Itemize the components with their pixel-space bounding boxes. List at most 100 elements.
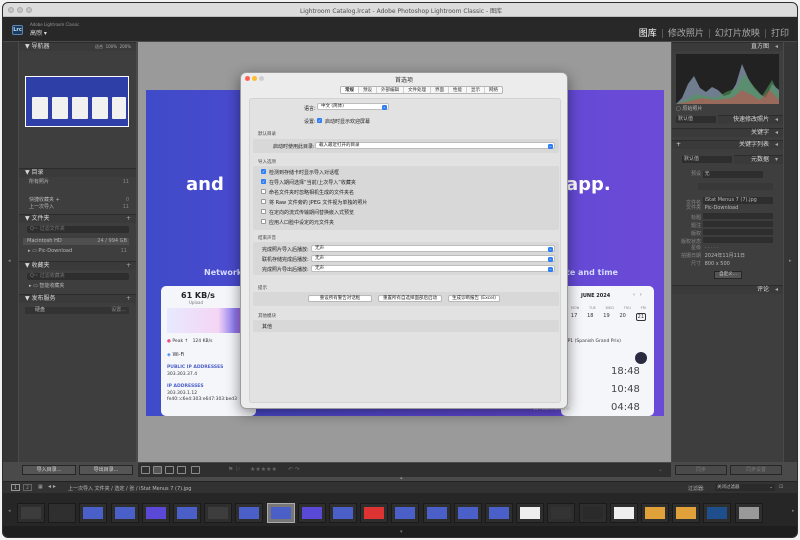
filmstrip-thumbnail[interactable] <box>485 503 513 523</box>
folder-filter-input[interactable]: Q~ 过滤文件夹 <box>27 226 129 233</box>
filmstrip-thumbnail[interactable] <box>641 503 669 523</box>
smart-collection-item[interactable]: ▸ ▭ 智能收藏夹 <box>29 283 129 290</box>
filter-lock-icon[interactable]: ⊡ <box>779 484 783 490</box>
folders-header[interactable]: ▼ 文件夹 + <box>19 214 136 223</box>
filmstrip-thumbnail[interactable] <box>329 503 357 523</box>
filmstrip-thumbnail[interactable] <box>672 503 701 523</box>
folder-pic-download[interactable]: ▸ ▭ Pic-Download 11 <box>25 248 129 255</box>
export-catalog-button[interactable]: 导出目录... <box>79 465 133 475</box>
filmstrip-thumbnail[interactable] <box>360 503 389 523</box>
filmstrip-thumbnail[interactable] <box>734 503 763 523</box>
navigator-preview[interactable] <box>25 76 129 127</box>
right-panel-toggle-icon[interactable]: ▸ <box>789 258 792 264</box>
filmstrip-scroll-right-icon[interactable]: ▸ <box>792 508 795 514</box>
reset-faces-button[interactable]: 重置所有自选择面部后启动 <box>378 295 442 302</box>
import-option-checkbox-3[interactable] <box>261 189 266 194</box>
quick-develop-header[interactable]: 快速修改照片 ◂ <box>718 115 783 124</box>
module-print[interactable]: 打印 <box>771 29 789 39</box>
filmstrip-path[interactable]: 上一次导入 文件夹 / 选定 / 张 / iStat Menus 7 (7).j… <box>68 485 191 492</box>
sound-select-tether[interactable]: 无声 ⌄ <box>311 255 555 262</box>
filmstrip-thumbnail[interactable] <box>141 503 170 523</box>
keyword-list-header[interactable]: + 关键字列表 ◂ <box>672 140 783 149</box>
back-forward-icon[interactable]: ◂ ▸ <box>48 483 56 490</box>
user-name[interactable]: 高煦 ▾ <box>30 28 47 37</box>
customize-metadata-button[interactable]: 自定义... <box>714 271 742 279</box>
histogram-header[interactable]: 直方图 ◂ <box>672 42 783 51</box>
sound-select-export[interactable]: 无声 ⌄ <box>311 265 555 272</box>
survey-view-icon[interactable] <box>177 466 186 474</box>
import-option-checkbox-6[interactable] <box>261 219 266 224</box>
tab-interface[interactable]: 界面 <box>431 87 449 93</box>
sync-settings-button[interactable]: 同步设置 <box>730 465 782 475</box>
filmstrip-thumbnail[interactable] <box>703 503 732 523</box>
sync-metadata-button[interactable]: 同步 <box>675 465 727 475</box>
catalog-item[interactable]: 所有照片 11 <box>29 179 129 186</box>
publish-hard-drive[interactable]: 硬盘 设置... <box>25 307 129 314</box>
reset-warnings-button[interactable]: 重设所有警告对话框 <box>308 295 372 302</box>
tab-network[interactable]: 网络 <box>485 87 502 93</box>
module-library[interactable]: 图库 <box>639 29 657 39</box>
catalog-item[interactable]: 上一次导入 11 <box>29 204 129 211</box>
default-catalog-select[interactable]: 载入最近打开的目录 ⌄ <box>315 142 555 149</box>
left-panel-toggle-icon[interactable]: ◂ <box>8 258 11 264</box>
catalog-header[interactable]: ▼ 目录 <box>19 168 136 177</box>
tab-general[interactable]: 常规 <box>341 87 359 93</box>
rating-stars-icon[interactable]: ★★★★★ <box>250 466 277 473</box>
filmstrip-thumbnail[interactable] <box>391 503 420 523</box>
filmstrip-thumbnail[interactable] <box>266 503 295 523</box>
metadata-preset-field[interactable]: 无 <box>702 171 763 178</box>
rating-field[interactable]: · · · · · <box>703 245 773 252</box>
import-option-checkbox-2[interactable] <box>261 179 266 184</box>
filmstrip-thumbnail[interactable] <box>578 503 607 523</box>
filmstrip-thumbnail[interactable] <box>110 503 139 523</box>
people-view-icon[interactable] <box>191 466 200 474</box>
compare-view-icon[interactable] <box>165 466 174 474</box>
rotate-icon[interactable]: ↶ ↷ <box>288 466 300 473</box>
flag-icon[interactable]: ⚑ ⚐ <box>228 466 241 473</box>
language-select[interactable]: 中文 (简体) ⌄ <box>317 103 389 110</box>
grid-toggle-icon[interactable]: ▦ <box>38 484 43 490</box>
filmstrip-thumbnail[interactable] <box>422 503 451 523</box>
import-option-checkbox-4[interactable] <box>261 199 266 204</box>
filmstrip-thumbnail[interactable] <box>204 503 233 523</box>
publish-services-header[interactable]: ▼ 发布服务 + <box>19 294 136 303</box>
module-develop[interactable]: 修改照片 <box>668 29 704 39</box>
import-option-checkbox-1[interactable] <box>261 169 266 174</box>
catalog-item[interactable]: 快捷收藏夹 +0 <box>29 197 129 204</box>
filmstrip-thumbnail[interactable] <box>297 503 326 523</box>
filmstrip-thumbnail[interactable] <box>235 503 264 523</box>
copyright-status-field[interactable] <box>702 237 773 243</box>
toolbar-menu-chevron-icon[interactable]: ⌄ <box>658 466 663 473</box>
navigator-zoom[interactable]: 适合 100% 200% <box>95 43 131 51</box>
filmstrip-thumbnail[interactable] <box>48 503 77 523</box>
tab-file-handling[interactable]: 文件处理 <box>404 87 431 93</box>
filmstrip-thumbnail[interactable] <box>17 503 45 523</box>
filmstrip-thumbnail[interactable] <box>547 503 576 523</box>
filmstrip-thumbnail[interactable] <box>173 503 201 523</box>
collections-header[interactable]: ▼ 收藏夹 + <box>19 261 136 270</box>
volume-macintosh-hd[interactable]: Macintosh HD 24 / 994 GB <box>23 238 129 245</box>
filmstrip-thumbnail[interactable] <box>609 503 638 523</box>
metadata-preset[interactable]: 默认值 <box>682 156 732 163</box>
filmstrip-thumbnail[interactable] <box>516 503 545 523</box>
caption-field[interactable] <box>702 221 773 227</box>
filter-select[interactable]: 关闭过滤器 ⌄ <box>715 484 775 491</box>
comments-header[interactable]: 评论 ◂ <box>672 285 783 294</box>
sound-select-import[interactable]: 无声 ⌄ <box>311 245 555 252</box>
filmstrip-thumbnail[interactable] <box>453 503 482 523</box>
tab-performance[interactable]: 性能 <box>449 87 467 93</box>
filename-field[interactable]: iStat Menus 7 (7).jpg <box>702 197 773 204</box>
grid-view-icon[interactable] <box>141 466 150 474</box>
filmstrip-scroll-left-icon[interactable]: ◂ <box>8 508 11 514</box>
module-slideshow[interactable]: 幻灯片放映 <box>715 29 760 39</box>
filmstrip-thumbnail[interactable] <box>79 503 108 523</box>
loupe-view-icon[interactable] <box>153 466 162 474</box>
splash-screen-checkbox[interactable] <box>317 118 322 123</box>
filmstrip-collapse-icon[interactable]: ▾ <box>400 529 403 535</box>
navigator-header[interactable]: ▼ 导航器 适合 100% 200% <box>19 42 136 51</box>
tab-presets[interactable]: 预设 <box>359 87 377 93</box>
metadata-header[interactable]: 元数据 ▾ <box>734 155 783 164</box>
keywording-header[interactable]: 关键字 ◂ <box>672 128 783 137</box>
tab-display[interactable]: 显示 <box>467 87 485 93</box>
tab-external-editing[interactable]: 外部编辑 <box>377 87 404 93</box>
